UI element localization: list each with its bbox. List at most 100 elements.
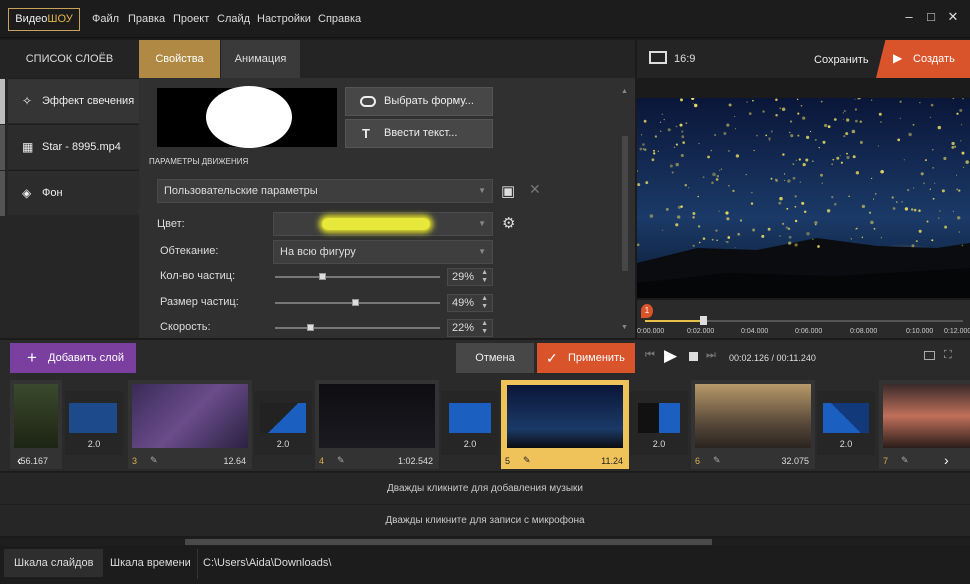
gear-icon[interactable]: ⚙ xyxy=(502,214,515,232)
count-slider-knob[interactable] xyxy=(318,273,326,280)
check-icon: ✓ xyxy=(546,350,558,366)
count-input[interactable]: 29% ▲ ▼ xyxy=(447,268,493,286)
maximize-button[interactable]: □ xyxy=(924,10,938,24)
slide-duration: :56.167 xyxy=(18,456,49,466)
fullscreen-icon[interactable]: ⛶ xyxy=(944,349,952,362)
preset-select[interactable]: Пользовательские параметры ▼ xyxy=(157,179,493,203)
preview-timeline[interactable]: 1 0:00.000 0:02.000 0:04.000 0:06.000 0:… xyxy=(637,300,970,338)
slide-item[interactable]: 3 ✎ 12.64 xyxy=(128,380,252,469)
transition-item[interactable]: 2.0 xyxy=(817,391,875,455)
spinner-icon[interactable]: ▲ ▼ xyxy=(481,295,488,311)
scroll-left-icon[interactable]: ‹ xyxy=(17,452,22,468)
plus-icon: + xyxy=(27,348,37,367)
stop-icon[interactable] xyxy=(689,352,698,361)
scroll-right-icon[interactable]: › xyxy=(944,452,949,468)
save-button[interactable]: Сохранить xyxy=(814,54,869,66)
tab-animation[interactable]: Анимация xyxy=(221,40,300,78)
add-layer-label: Добавить слой xyxy=(48,352,124,364)
snapshot-icon[interactable] xyxy=(924,351,935,360)
layer-item-glow[interactable]: ✧ Эффект свечения xyxy=(0,78,139,124)
skip-back-icon[interactable]: ⏮ xyxy=(645,349,655,362)
preset-value: Пользовательские параметры xyxy=(164,185,318,197)
slide-number: 3 xyxy=(132,456,138,466)
color-select[interactable]: ▼ xyxy=(273,212,493,236)
spinner-icon[interactable]: ▲ ▼ xyxy=(481,320,488,336)
speed-slider-knob[interactable] xyxy=(307,324,315,331)
apply-button[interactable]: ✓ Применить xyxy=(537,343,635,373)
slide-item-selected[interactable]: 5 ✎ 11.24 xyxy=(501,380,629,469)
choose-shape-label: Выбрать форму... xyxy=(384,95,474,107)
preview-image xyxy=(637,98,970,298)
pencil-icon[interactable]: ✎ xyxy=(150,455,158,466)
create-button[interactable]: ▶ Создать xyxy=(876,40,970,78)
scroll-down-icon[interactable]: ▼ xyxy=(621,324,628,331)
delete-preset-icon[interactable]: ✕ xyxy=(529,181,541,198)
flow-label: Обтекание: xyxy=(160,245,219,257)
speed-input[interactable]: 22% ▲ ▼ xyxy=(447,319,493,337)
menu-project[interactable]: Проект xyxy=(173,13,209,25)
tab-properties[interactable]: Свойства xyxy=(139,40,220,84)
spinner-icon[interactable]: ▲ ▼ xyxy=(481,269,488,285)
horizontal-scrollbar-thumb[interactable] xyxy=(185,539,712,545)
pencil-icon[interactable]: ✎ xyxy=(523,455,531,466)
play-icon[interactable]: ▶ xyxy=(664,346,677,366)
tab-slide-strip[interactable]: Шкала слайдов xyxy=(4,549,104,577)
slide-duration: 32.075 xyxy=(781,456,809,466)
slide-item[interactable]: 7 ✎ xyxy=(879,380,970,469)
enter-text-label: Ввести текст... xyxy=(384,127,458,139)
motion-params-header: ПАРАМЕТРЫ ДВИЖЕНИЯ xyxy=(149,157,249,166)
transition-item[interactable]: 2.0 xyxy=(630,391,688,455)
flow-select[interactable]: На всю фигуру ▼ xyxy=(273,240,493,264)
pencil-icon[interactable]: ✎ xyxy=(713,455,721,466)
transition-item[interactable]: 2.0 xyxy=(65,391,123,455)
tick-label: 0:00.000 xyxy=(637,328,665,335)
size-slider[interactable] xyxy=(275,299,440,306)
aspect-ratio[interactable]: 16:9 xyxy=(674,53,695,65)
chevron-down-icon: ▼ xyxy=(478,186,486,195)
properties-scrollbar[interactable]: ▲ ▼ xyxy=(621,88,629,333)
tab-timeline[interactable]: Шкала времени xyxy=(100,549,201,577)
video-preview[interactable] xyxy=(637,98,970,298)
scrollbar-thumb[interactable] xyxy=(622,136,628,271)
minimize-button[interactable]: – xyxy=(902,10,916,24)
slide-duration: 11.24 xyxy=(601,456,623,466)
layer-item-background[interactable]: ◈ Фон xyxy=(0,170,139,216)
size-slider-knob[interactable] xyxy=(351,299,359,306)
close-button[interactable]: ✕ xyxy=(946,10,960,24)
count-slider[interactable] xyxy=(275,273,440,280)
slide-duration: 1:02.542 xyxy=(397,456,433,466)
save-preset-icon[interactable]: ▣ xyxy=(501,182,515,200)
menu-edit[interactable]: Правка xyxy=(128,13,165,25)
transition-item[interactable]: 2.0 xyxy=(254,391,312,455)
menu-settings[interactable]: Настройки xyxy=(257,13,311,25)
scroll-up-icon[interactable]: ▲ xyxy=(621,88,628,95)
size-input[interactable]: 49% ▲ ▼ xyxy=(447,294,493,312)
timeline-playhead[interactable] xyxy=(700,316,707,325)
menu-help[interactable]: Справка xyxy=(318,13,361,25)
menu-slide[interactable]: Слайд xyxy=(217,13,250,25)
slide-number: 5 xyxy=(505,456,511,466)
skip-forward-icon[interactable]: ⏭ xyxy=(706,349,716,362)
camera-icon: ▶ xyxy=(893,51,903,65)
slide-thumbnail xyxy=(695,384,811,448)
enter-text-button[interactable]: T Ввести текст... xyxy=(345,119,493,148)
horizontal-scrollbar[interactable] xyxy=(0,538,970,546)
menu-file[interactable]: Файл xyxy=(92,13,119,25)
transition-item[interactable]: 2.0 xyxy=(441,391,499,455)
pencil-icon[interactable]: ✎ xyxy=(337,455,345,466)
add-layer-button[interactable]: + Добавить слой xyxy=(10,343,136,373)
speed-slider[interactable] xyxy=(275,324,440,331)
current-path: C:\Users\Aida\Downloads\ xyxy=(203,557,332,569)
pencil-icon[interactable]: ✎ xyxy=(901,455,909,466)
layer-label: Star - 8995.mp4 xyxy=(42,141,121,153)
slide-item[interactable]: 6 ✎ 32.075 xyxy=(691,380,815,469)
layer-item-video[interactable]: ▦ Star - 8995.mp4 xyxy=(0,124,139,170)
slide-item[interactable]: 4 ✎ 1:02.542 xyxy=(315,380,439,469)
music-track[interactable]: Дважды кликните для добавления музыки xyxy=(0,472,970,504)
mic-track[interactable]: Дважды кликните для записи с микрофона xyxy=(0,504,970,536)
timeline-marker[interactable]: 1 xyxy=(641,304,653,318)
tab-layers-list: СПИСОК СЛОЁВ xyxy=(25,53,114,65)
cancel-button[interactable]: Отмена xyxy=(456,343,534,373)
choose-shape-button[interactable]: Выбрать форму... xyxy=(345,87,493,116)
monitor-icon[interactable] xyxy=(649,51,667,64)
